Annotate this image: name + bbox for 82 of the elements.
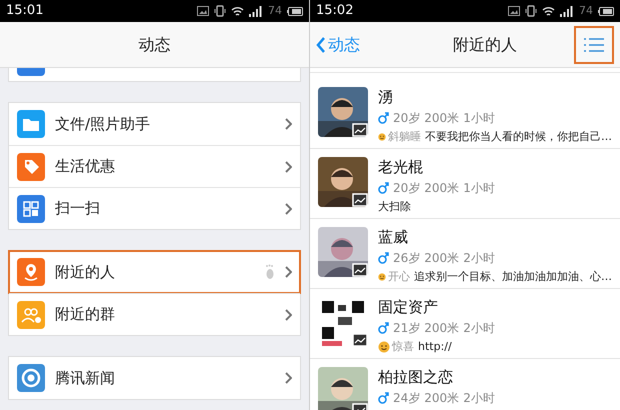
smiley-icon [378, 341, 390, 354]
chevron-right-icon [285, 308, 292, 320]
person-name: 蓝威 [378, 227, 409, 247]
time-text: 2小时 [463, 250, 495, 267]
male-icon [378, 182, 389, 194]
time-text: 1小时 [463, 110, 495, 127]
male-icon [378, 112, 389, 124]
chevron-right-icon [285, 372, 292, 384]
image-icon [197, 6, 209, 16]
menu-icon [584, 38, 604, 52]
wifi-icon [542, 6, 555, 16]
image-icon [352, 333, 368, 347]
clock-text: 15:01 [6, 2, 44, 20]
person-row[interactable]: 柏拉图之恋 24岁 200米 2小时 [310, 359, 620, 410]
signal-icon [249, 6, 263, 16]
age-text: 21岁 [393, 320, 420, 337]
vibrate-icon [214, 5, 226, 17]
vibrate-icon [525, 5, 537, 17]
list-item[interactable]: 附近的群 [9, 293, 300, 335]
wifi-icon [231, 6, 244, 16]
image-icon [352, 193, 368, 207]
age-text: 20岁 [393, 110, 420, 127]
person-row[interactable]: 蓝威 26岁 200米 2小时 开心 追求别一个目标、加油加油加加油、心… [310, 219, 620, 289]
male-icon [378, 392, 389, 404]
time-text: 2小时 [463, 390, 495, 407]
location-pin-icon [17, 258, 45, 286]
smiley-icon [378, 131, 386, 144]
person-name: 湧 [378, 87, 394, 107]
mood-text: 斜躺睡 [388, 129, 421, 145]
age-text: 20岁 [393, 180, 420, 197]
status-text: 追求别一个目标、加油加油加加油、心… [414, 269, 612, 285]
chevron-right-icon [285, 160, 292, 172]
back-icon [316, 36, 326, 54]
header-title: 动态 [138, 34, 170, 56]
male-icon [378, 252, 389, 264]
status-text: 不要我把你当人看的时候，你把自己… [425, 129, 612, 145]
battery-icon [598, 6, 614, 16]
qr-code-icon [17, 194, 45, 222]
age-text: 26岁 [393, 250, 420, 267]
clock-text: 15:02 [316, 2, 354, 20]
folder-icon [17, 110, 45, 138]
person-name: 柏拉图之恋 [378, 367, 454, 387]
app-icon [17, 68, 45, 76]
time-text: 1小时 [463, 180, 495, 197]
image-icon [352, 123, 368, 137]
signal-icon [560, 6, 574, 16]
battery-icon [287, 6, 303, 16]
male-icon [378, 322, 389, 334]
mood-text: 惊喜 [392, 339, 414, 355]
person-name: 老光棍 [378, 157, 424, 177]
list-item[interactable]: 生活优惠 [9, 145, 300, 187]
age-text: 24岁 [393, 390, 420, 407]
person-row[interactable]: 固定资产 21岁 200米 2小时 惊喜 http:// [310, 289, 620, 359]
list-item[interactable]: 附近的人 [9, 251, 300, 293]
list-item[interactable]: 腾讯新闻 [9, 357, 300, 399]
image-icon [508, 6, 520, 16]
chevron-right-icon [285, 202, 292, 214]
header-title: 附近的人 [452, 34, 518, 56]
person-name: 固定资产 [378, 297, 439, 317]
list-item[interactable]: 文件/照片助手 [9, 103, 300, 145]
people-icon [17, 300, 45, 328]
distance-text: 200米 [424, 320, 460, 337]
distance-text: 200米 [424, 180, 460, 197]
status-text: 大扫除 [378, 199, 411, 215]
mood-text: 开心 [388, 269, 410, 285]
list-item[interactable]: 扫一扫 [9, 187, 300, 229]
battery-text: 74 [579, 2, 593, 19]
status-text: http:// [418, 339, 452, 355]
chevron-right-icon [285, 266, 292, 278]
time-text: 2小时 [463, 320, 495, 337]
circle-logo-icon [17, 364, 45, 392]
battery-text: 74 [268, 2, 282, 19]
distance-text: 200米 [424, 110, 460, 127]
person-row[interactable]: 湧 20岁 200米 1小时 斜躺睡 不要我把你当人看的时候，你把自己… [310, 79, 620, 149]
image-icon [352, 263, 368, 277]
distance-text: 200米 [424, 390, 460, 407]
menu-button[interactable] [574, 26, 614, 64]
smiley-icon [378, 271, 386, 284]
distance-text: 200米 [424, 250, 460, 267]
tag-icon [17, 152, 45, 180]
chevron-right-icon [285, 118, 292, 130]
person-row[interactable]: 老光棍 20岁 200米 1小时 大扫除 [310, 149, 620, 219]
